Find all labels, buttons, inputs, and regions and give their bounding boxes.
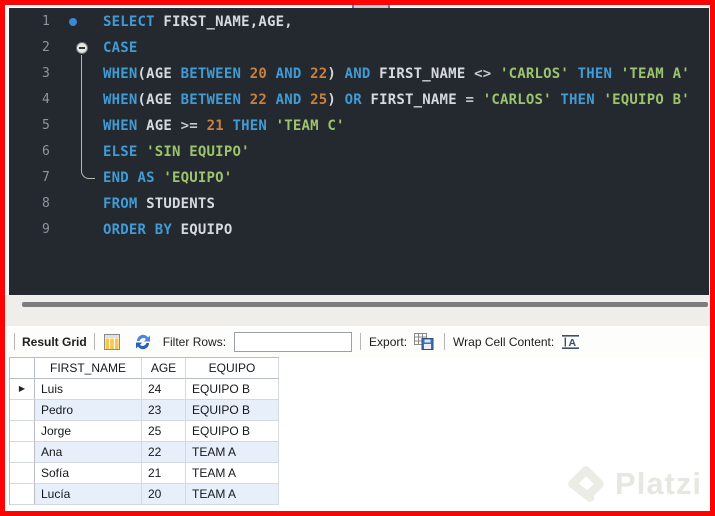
line-number: 3 xyxy=(41,66,50,81)
statement-marker-icon xyxy=(69,18,77,26)
svg-text:A: A xyxy=(569,337,577,349)
toolbar-divider xyxy=(360,333,362,350)
table-cell[interactable]: EQUIPO B xyxy=(186,379,279,400)
table-cell[interactable]: 24 xyxy=(142,379,186,400)
gutter-marker-area xyxy=(50,217,103,243)
column-header[interactable]: FIRST_NAME xyxy=(35,358,142,379)
code-line: 1 SELECT FIRST_NAME,AGE, xyxy=(9,9,709,35)
table-cell[interactable]: TEAM A xyxy=(186,484,279,505)
table-cell[interactable]: Ana xyxy=(35,442,142,463)
table-row: Lucía 20 TEAM A xyxy=(10,484,279,505)
line-number: 1 xyxy=(41,14,50,29)
gutter-marker-area xyxy=(50,165,103,191)
toolbar-divider xyxy=(444,333,446,350)
code-line: 7 END AS 'EQUIPO' xyxy=(9,165,709,191)
row-selector-cell[interactable] xyxy=(10,400,35,421)
line-number: 6 xyxy=(41,144,50,159)
code-text: CASE xyxy=(103,40,138,56)
table-header-row: FIRST_NAME AGE EQUIPO xyxy=(10,358,279,379)
filter-rows-label: Filter Rows: xyxy=(162,334,227,349)
table-cell[interactable]: Sofía xyxy=(35,463,142,484)
fold-guide-line xyxy=(81,55,95,179)
row-marker-icon[interactable]: ▶ xyxy=(10,379,35,400)
table-cell[interactable]: TEAM A xyxy=(186,463,279,484)
code-text: WHEN(AGE BETWEEN 22 AND 25) OR FIRST_NAM… xyxy=(103,92,690,108)
table-cell[interactable]: 21 xyxy=(142,463,186,484)
code-text: SELECT FIRST_NAME,AGE, xyxy=(103,14,293,30)
table-cell[interactable]: 23 xyxy=(142,400,186,421)
row-selector-header[interactable] xyxy=(10,358,35,379)
code-lines: 1 SELECT FIRST_NAME,AGE, 2 CASE 3 WHEN(AGE BE… xyxy=(9,8,709,243)
table-row: ▶ Luis 24 EQUIPO B xyxy=(10,379,279,400)
gutter-marker-area xyxy=(50,191,103,217)
wrap-cell-content-icon[interactable]: A xyxy=(562,334,580,349)
gutter-marker-area xyxy=(50,139,103,165)
code-text: WHEN(AGE BETWEEN 20 AND 22) AND FIRST_NA… xyxy=(103,66,690,82)
line-number: 4 xyxy=(41,92,50,107)
table-row: Ana 22 TEAM A xyxy=(10,442,279,463)
gutter-marker-area xyxy=(50,87,103,113)
line-number: 8 xyxy=(41,196,50,211)
workbench-screenshot: 1 SELECT FIRST_NAME,AGE, 2 CASE 3 WHEN(AGE BE… xyxy=(0,0,715,516)
horizontal-scrollbar[interactable] xyxy=(22,302,708,307)
table-cell[interactable]: 25 xyxy=(142,421,186,442)
gutter-marker-area xyxy=(50,113,103,139)
table-cell[interactable]: Luis xyxy=(35,379,142,400)
table-cell[interactable]: EQUIPO B xyxy=(186,400,279,421)
grid-columns-icon[interactable] xyxy=(103,333,120,350)
code-text: WHEN AGE >= 21 THEN 'TEAM C' xyxy=(103,118,345,134)
table-cell[interactable]: 20 xyxy=(142,484,186,505)
line-number: 5 xyxy=(41,118,50,133)
wrap-cell-content-label: Wrap Cell Content: xyxy=(453,334,555,349)
table-cell[interactable]: Lucía xyxy=(35,484,142,505)
toolbar-divider xyxy=(14,333,15,350)
code-line: 4 WHEN(AGE BETWEEN 22 AND 25) OR FIRST_NA… xyxy=(9,87,709,113)
table-cell[interactable]: EQUIPO B xyxy=(186,421,279,442)
platzi-watermark-text: Platzi xyxy=(615,466,702,501)
gutter-marker-area xyxy=(50,9,103,35)
code-line: 9 ORDER BY EQUIPO xyxy=(9,217,709,243)
table-cell[interactable]: Pedro xyxy=(35,400,142,421)
code-line: 8 FROM STUDENTS xyxy=(9,191,709,217)
sql-editor[interactable]: 1 SELECT FIRST_NAME,AGE, 2 CASE 3 WHEN(AGE BE… xyxy=(9,8,709,295)
code-text: END AS 'EQUIPO' xyxy=(103,170,233,186)
line-number: 2 xyxy=(41,40,50,55)
row-selector-cell[interactable] xyxy=(10,484,35,505)
row-selector-cell[interactable] xyxy=(10,421,35,442)
platzi-logo-icon xyxy=(568,466,604,502)
line-number: 7 xyxy=(41,170,50,185)
export-save-icon[interactable] xyxy=(414,333,434,350)
result-grid-toolbar: Result Grid Filter Rows: Export: Wrap Ce… xyxy=(5,326,710,357)
table-cell[interactable]: 22 xyxy=(142,442,186,463)
platzi-watermark: Platzi xyxy=(565,463,702,505)
table-cell[interactable]: Jorge xyxy=(35,421,142,442)
table-cell[interactable]: TEAM A xyxy=(186,442,279,463)
toolbar-divider xyxy=(93,333,95,350)
code-line: 3 WHEN(AGE BETWEEN 20 AND 22) AND FIRST_N… xyxy=(9,61,709,87)
column-header[interactable]: EQUIPO xyxy=(186,358,279,379)
fold-marker-icon[interactable] xyxy=(76,42,88,54)
code-line: 2 CASE xyxy=(9,35,709,61)
gutter-marker-area xyxy=(50,35,103,61)
row-selector-cell[interactable] xyxy=(10,463,35,484)
result-grid-label: Result Grid xyxy=(22,334,87,349)
code-line: 5 WHEN AGE >= 21 THEN 'TEAM C' xyxy=(9,113,709,139)
table-row: Jorge 25 EQUIPO B xyxy=(10,421,279,442)
column-header[interactable]: AGE xyxy=(142,358,186,379)
row-selector-cell[interactable] xyxy=(10,442,35,463)
refresh-icon[interactable] xyxy=(135,334,151,350)
table-row: Pedro 23 EQUIPO B xyxy=(10,400,279,421)
splitter-band xyxy=(5,295,710,326)
result-grid-table: FIRST_NAME AGE EQUIPO ▶ Luis 24 EQUIPO B Pedro 2… xyxy=(9,357,279,505)
line-number: 9 xyxy=(41,222,50,237)
export-label: Export: xyxy=(369,334,408,349)
gutter-marker-area xyxy=(50,61,103,87)
code-line: 6 ELSE 'SIN EQUIPO' xyxy=(9,139,709,165)
filter-rows-input[interactable] xyxy=(234,331,353,352)
table-row: Sofía 21 TEAM A xyxy=(10,463,279,484)
code-text: ELSE 'SIN EQUIPO' xyxy=(103,144,250,160)
code-text: FROM STUDENTS xyxy=(103,196,216,212)
code-text: ORDER BY EQUIPO xyxy=(103,222,233,238)
